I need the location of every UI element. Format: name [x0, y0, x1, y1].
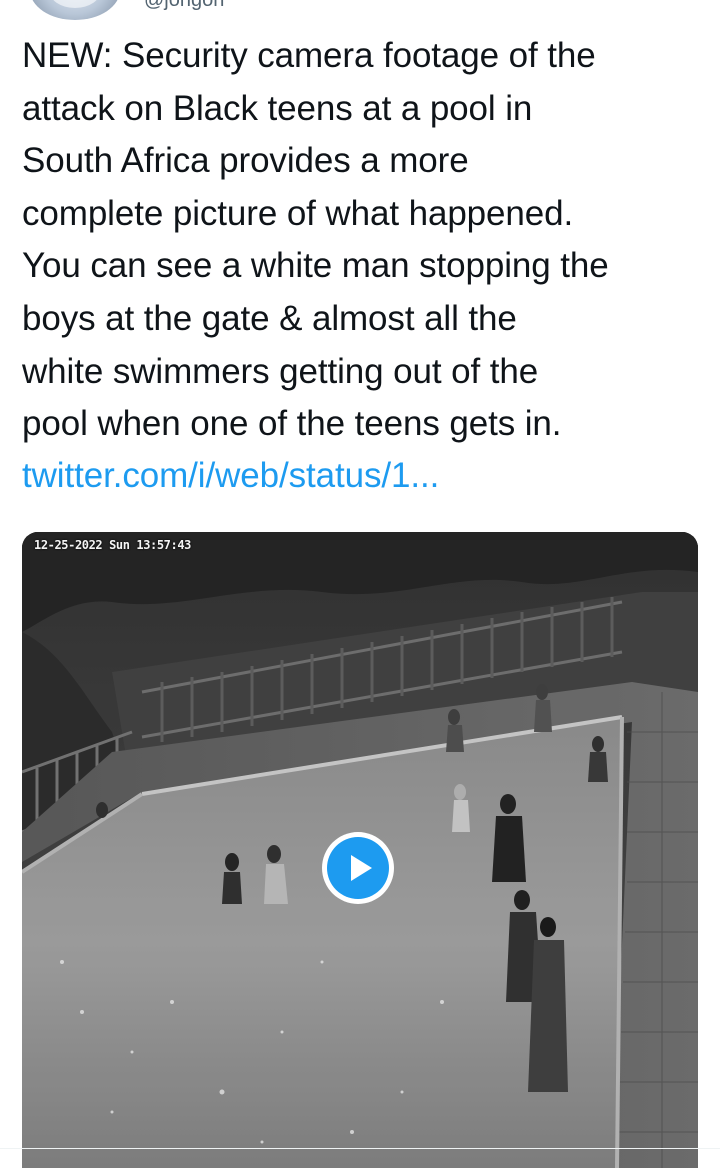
video-player[interactable]: 12-25-2022 Sun 13:57:43: [22, 532, 698, 1168]
user-handle[interactable]: @jongon: [144, 0, 224, 10]
play-button[interactable]: [322, 832, 394, 904]
play-icon: [351, 855, 372, 881]
tweet-header: @jongon: [22, 0, 422, 20]
tweet-text: NEW: Security camera footage of the atta…: [22, 36, 609, 444]
tweet-page: @jongon NEW: Security camera footage of …: [0, 0, 720, 1168]
cctv-timestamp: 12-25-2022 Sun 13:57:43: [34, 538, 191, 552]
tweet-link[interactable]: twitter.com/i/web/status/1...: [22, 450, 439, 502]
divider: [0, 1148, 720, 1149]
avatar[interactable]: [30, 0, 120, 20]
